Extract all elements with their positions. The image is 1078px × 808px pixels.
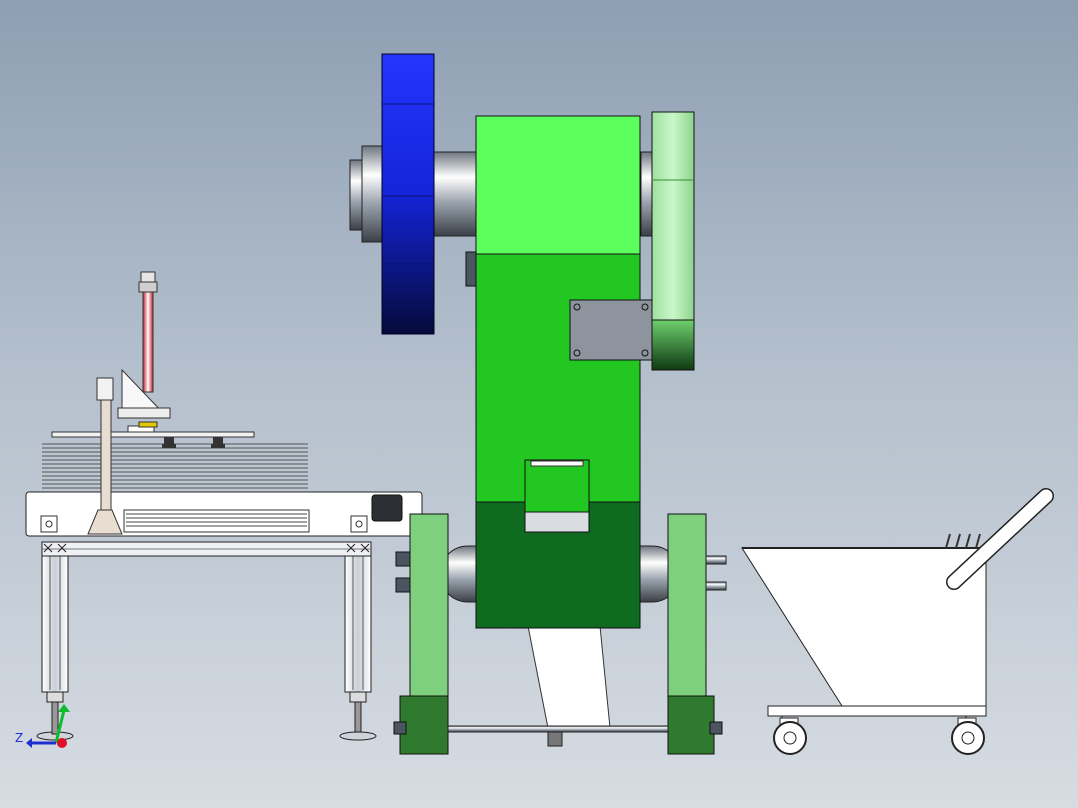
suction-plate (51, 431, 255, 438)
sheet-stack (42, 443, 308, 489)
discharge-chute (527, 625, 611, 729)
caster-wheel (773, 717, 807, 755)
triad-origin (57, 738, 67, 748)
axis-z-label: Z (15, 731, 23, 745)
pneumatic-cylinder (117, 271, 171, 419)
feeder-table[interactable] (25, 491, 423, 741)
table-leg-left (41, 547, 69, 693)
side-plate (569, 299, 653, 361)
assembly-model[interactable]: Z (0, 0, 1078, 808)
caster-wheel (951, 717, 985, 755)
leveling-foot-right (339, 731, 377, 741)
suction-cup (164, 437, 174, 445)
control-box (371, 494, 403, 522)
table-leg-right (344, 547, 372, 693)
scrap-bin (741, 488, 1054, 755)
crank-shaft (431, 151, 479, 237)
suction-cup (213, 437, 223, 445)
press-frame (475, 115, 641, 629)
axis-triad[interactable]: Z (15, 704, 70, 748)
flywheel (381, 53, 435, 335)
cad-viewport[interactable]: Z (0, 0, 1078, 808)
